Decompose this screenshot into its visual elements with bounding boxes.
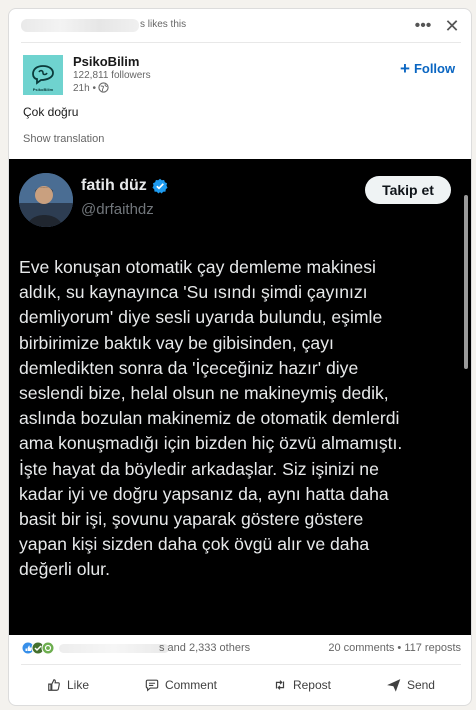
close-icon: ✕ (444, 16, 460, 36)
follow-label: Follow (413, 60, 456, 76)
post-time: 21h • (73, 83, 96, 94)
tweet-line: değerli olur. (19, 559, 110, 580)
comment-label: Comment (164, 678, 217, 692)
scrollbar-thumb[interactable] (464, 195, 468, 369)
tweet-line: ama konuşmadığı için bizden hiç özvü alm… (19, 433, 403, 454)
post-commentary: Çok doğru (23, 105, 79, 119)
tweet-text: Eve konuşan otomatik çay demleme makines… (19, 255, 465, 583)
tweet-line: aslında bozulan makinemiz de otomatik de… (19, 408, 400, 429)
tweet-author-label: fatih düz (81, 177, 147, 194)
post-context-bar: s likes this ••• ✕ (9, 9, 471, 42)
feed-post-card: s likes this ••• ✕ PsikoBilim PsikoBilim… (8, 8, 472, 706)
repost-button[interactable]: Repost (265, 671, 339, 699)
tweet-line: İşte hayat da böyledir arkadaşlar. Siz i… (19, 458, 379, 479)
globe-icon (98, 82, 109, 93)
reaction-icons[interactable] (21, 641, 55, 655)
more-options-button[interactable]: ••• (412, 15, 434, 37)
tweet-line: aldık, su kaynayınca 'Su ısındı şimdi ça… (19, 282, 368, 303)
tweet-line: birbirimize baktık vay be gibisinden, ça… (19, 332, 334, 353)
follower-count: 122,811 followers (73, 70, 151, 81)
tweet-line: yapan kişi sizden daha çok övgü alır ve … (19, 534, 370, 555)
avatar-photo (19, 173, 73, 227)
comment-button[interactable]: Comment (137, 671, 225, 699)
verified-badge-icon (152, 178, 168, 194)
reactions-count[interactable]: s and 2,333 others (159, 642, 250, 654)
company-logo[interactable]: PsikoBilim (23, 55, 63, 95)
send-label: Send (406, 678, 435, 692)
action-bar: Like Comment Repost Send (9, 665, 471, 705)
tweet-follow-button: Takip et (365, 176, 451, 204)
tweet-line: Eve konuşan otomatik çay demleme makines… (19, 257, 376, 277)
tweet-line: seslendi bize, helal olsun ne makineymiş… (19, 383, 389, 404)
like-button[interactable]: Like (39, 671, 97, 699)
tweet-avatar (19, 173, 73, 227)
ellipsis-icon: ••• (414, 17, 432, 34)
author-name[interactable]: PsikoBilim (73, 54, 139, 69)
repost-label: Repost (292, 678, 331, 692)
thumbs-up-icon (48, 679, 60, 691)
tweet-line: basit bir işi, şovunu yaparak göstere gö… (19, 509, 364, 530)
header-divider (21, 42, 461, 43)
plus-icon: + (400, 58, 410, 78)
tweet-line: demliyorum' diye sesli uyarıda bulundu, … (19, 307, 383, 328)
tweet-line: kadar iyi ve doğru yapsanız da, aynı hat… (19, 483, 389, 504)
like-label: Like (66, 678, 89, 692)
dismiss-post-button[interactable]: ✕ (441, 15, 463, 37)
blurred-reactor-names (59, 644, 169, 653)
tweet-author-name: fatih düz (81, 177, 168, 195)
send-icon (387, 679, 401, 692)
tweet-screenshot-image[interactable]: fatih düz @drfaithdz Takip et Eve konuşa… (9, 159, 471, 635)
social-counts-bar: s and 2,333 others 20 comments • 117 rep… (9, 635, 471, 663)
follow-button[interactable]: + Follow (400, 58, 455, 78)
comments-reposts-count[interactable]: 20 comments • 117 reposts (328, 642, 461, 654)
tweet-handle: @drfaithdz (81, 201, 154, 218)
show-translation-link[interactable]: Show translation (23, 133, 104, 145)
brain-icon (32, 65, 54, 85)
repost-icon (275, 680, 285, 690)
likes-this-text: s likes this (140, 19, 187, 30)
tweet-line: demledikten sonra da 'İçeceğiniz hazır' … (19, 357, 359, 378)
blurred-liker-name (21, 19, 139, 32)
logo-wordmark: PsikoBilim (32, 87, 54, 92)
send-button[interactable]: Send (379, 671, 443, 699)
comment-icon (145, 679, 159, 692)
